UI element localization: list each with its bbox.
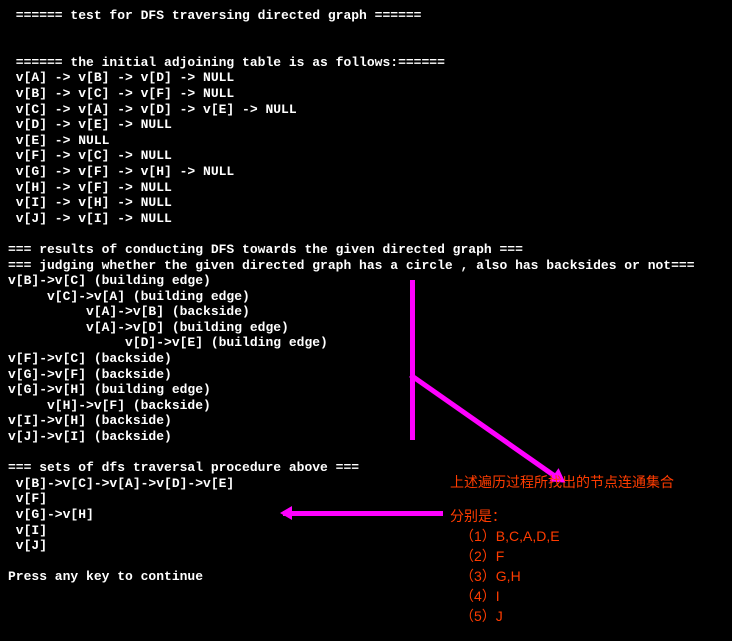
adj-row: v[G] -> v[F] -> v[H] -> NULL [8,164,732,180]
annotation-item: （1）B,C,A,D,E [460,528,560,545]
dfs-line: v[A]->v[B] (backside) [8,304,732,320]
adj-row: v[B] -> v[C] -> v[F] -> NULL [8,86,732,102]
title: ====== test for DFS traversing directed … [8,8,732,24]
dfs-line: v[A]->v[D] (building edge) [8,320,732,336]
dfs-line: v[C]->v[A] (building edge) [8,289,732,305]
adj-row: v[J] -> v[I] -> NULL [8,211,732,227]
blank [8,39,732,55]
adj-row: v[E] -> NULL [8,133,732,149]
dfs-line: v[G]->v[F] (backside) [8,367,732,383]
adj-row: v[H] -> v[F] -> NULL [8,180,732,196]
blank [8,226,732,242]
blank [8,445,732,461]
annotation-head: 上述遍历过程所找出的节点连通集合 [450,474,674,491]
adj-header: ====== the initial adjoining table is as… [8,55,732,71]
blank [8,24,732,40]
annotation-item: （2）F [460,548,504,565]
dfs-line: v[B]->v[C] (building edge) [8,273,732,289]
dfs-header: === results of conducting DFS towards th… [8,242,732,258]
dfs-line: v[D]->v[E] (building edge) [8,335,732,351]
set-row: v[I] [8,523,732,539]
arrow-icon [410,280,415,440]
adj-row: v[D] -> v[E] -> NULL [8,117,732,133]
dfs-line: v[F]->v[C] (backside) [8,351,732,367]
adj-row: v[C] -> v[A] -> v[D] -> v[E] -> NULL [8,102,732,118]
blank [8,554,732,570]
adj-row: v[I] -> v[H] -> NULL [8,195,732,211]
adj-row: v[F] -> v[C] -> NULL [8,148,732,164]
arrow-icon [283,511,443,516]
annotation-item: （5）J [460,608,503,625]
annotation-sub: 分别是： [450,508,506,525]
dfs-line: v[J]->v[I] (backside) [8,429,732,445]
set-row: v[F] [8,491,732,507]
dfs-line: v[I]->v[H] (backside) [8,413,732,429]
annotation-item: （4）I [460,588,500,605]
adj-row: v[A] -> v[B] -> v[D] -> NULL [8,70,732,86]
dfs-line: v[H]->v[F] (backside) [8,398,732,414]
annotation-item: （3）G,H [460,568,521,585]
set-row: v[J] [8,538,732,554]
dfs-line: v[G]->v[H] (building edge) [8,382,732,398]
dfs-header: === judging whether the given directed g… [8,258,732,274]
continue-prompt[interactable]: Press any key to continue [8,569,732,585]
